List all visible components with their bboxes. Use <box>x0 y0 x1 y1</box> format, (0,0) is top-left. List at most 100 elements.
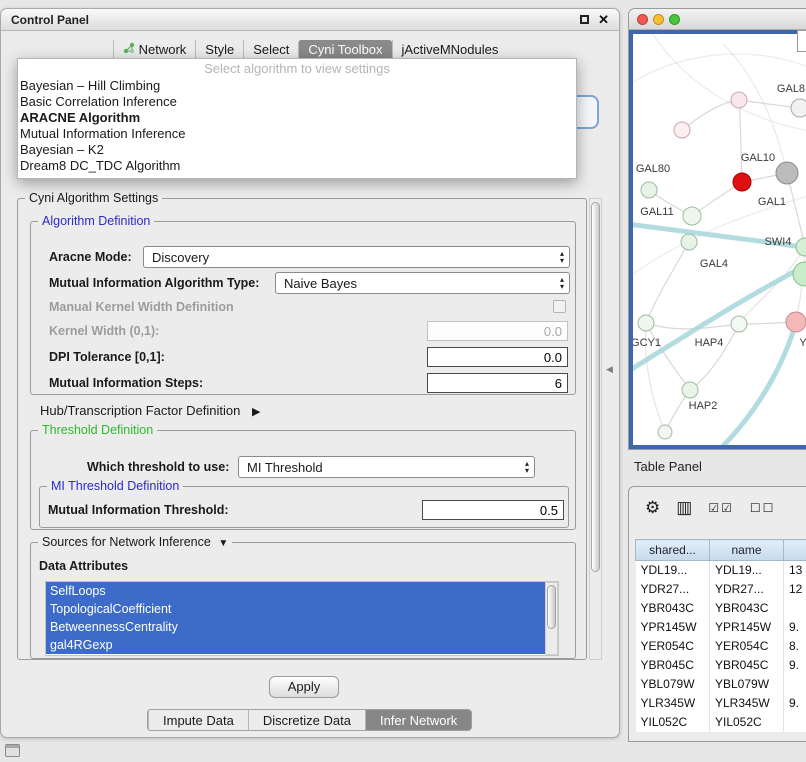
hub-definition-toggle[interactable]: Hub/Transcription Factor Definition ▶ <box>40 403 260 418</box>
table-column-header[interactable] <box>784 540 806 561</box>
control-panel-tab[interactable]: jActiveMNodules <box>392 40 508 60</box>
table-row[interactable]: YIL052C YIL052C <box>636 713 806 732</box>
expand-arrow-icon: ▶ <box>252 405 260 418</box>
panel-splitter-handle[interactable]: ◀ <box>606 364 613 375</box>
table-cell-name: YDL19... <box>710 561 784 580</box>
docked-panel-icon[interactable] <box>5 744 20 757</box>
tab-label: jActiveMNodules <box>402 42 499 57</box>
columns-icon[interactable]: ▥ <box>676 499 692 516</box>
table-row[interactable]: YPR145W YPR145W 9. <box>636 618 806 637</box>
network-node[interactable] <box>733 173 751 191</box>
collapse-arrow-icon[interactable]: ▼ <box>218 538 228 549</box>
aracne-mode-value: Discovery <box>152 250 209 265</box>
network-view-window: GAL80GAL10GAL1GAL11SWI4GAL4GCY1HAP4HAP2G… <box>628 8 806 450</box>
bottom-tab[interactable]: Discretize Data <box>248 710 365 730</box>
minimize-traffic-light-icon[interactable] <box>653 14 664 25</box>
table-cell-value: 9. <box>784 656 806 675</box>
attributes-scrollbar[interactable] <box>545 582 558 655</box>
apply-button[interactable]: Apply <box>269 676 339 698</box>
table-row[interactable]: YBR045C YBR045C 9. <box>636 656 806 675</box>
control-panel-tab[interactable]: Cyni Toolbox <box>298 40 391 60</box>
table-panel-label: Table Panel <box>634 459 702 474</box>
table-row[interactable]: YLR345W YLR345W 9. <box>636 694 806 713</box>
settings-scrollbar[interactable] <box>589 198 602 660</box>
manual-kernel-checkbox[interactable] <box>553 300 566 313</box>
algorithm-definition-title: Algorithm Definition <box>38 214 154 228</box>
network-node[interactable] <box>776 162 798 184</box>
network-node[interactable] <box>641 182 657 198</box>
algorithm-option[interactable]: Dream8 DC_TDC Algorithm <box>18 158 576 174</box>
table-row[interactable]: YBR043C YBR043C <box>636 599 806 618</box>
algorithm-option[interactable]: Bayesian – Hill Climbing <box>18 78 576 94</box>
network-node-label: HAP2 <box>689 400 718 412</box>
tab-label: Network <box>139 42 187 57</box>
deselect-all-icon[interactable]: ☐☐ <box>750 502 776 514</box>
network-node-label: SWI4 <box>765 236 792 248</box>
algorithm-option[interactable]: Mutual Information Inference <box>18 126 576 142</box>
control-panel-tab[interactable]: Select <box>243 40 298 60</box>
table-column-header[interactable]: name <box>710 540 784 561</box>
aracne-mode-select[interactable]: Discovery <box>143 246 570 268</box>
table-header-row: shared...name <box>636 540 806 561</box>
control-panel-tab[interactable]: Style <box>195 40 243 60</box>
control-panel-tab[interactable]: Network <box>113 40 196 60</box>
close-window-icon[interactable]: ✕ <box>598 13 609 26</box>
algorithm-option[interactable]: Basic Correlation Inference <box>18 94 576 110</box>
mi-type-select[interactable]: Naive Bayes <box>275 272 570 294</box>
threshold-definition-title: Threshold Definition <box>38 423 157 437</box>
network-node[interactable] <box>674 122 690 138</box>
table-row[interactable]: YER054C YER054C 8. <box>636 637 806 656</box>
network-scrollbar-sliver[interactable] <box>797 30 806 52</box>
network-node[interactable] <box>682 382 698 398</box>
table-cell-shared-name: YBL079W <box>636 675 710 694</box>
data-attribute-item[interactable]: SelfLoops <box>46 582 545 600</box>
network-node[interactable] <box>731 92 747 108</box>
select-all-icon[interactable]: ☑☑ <box>708 502 734 514</box>
network-edge <box>739 100 742 182</box>
which-threshold-select[interactable]: MI Threshold <box>238 456 535 478</box>
cyni-settings-title: Cyni Algorithm Settings <box>25 191 162 205</box>
kernel-width-input[interactable] <box>427 321 568 341</box>
bottom-tabbar: Impute Data Discretize Data Infer Networ… <box>147 709 472 731</box>
network-node-label: GCY1 <box>633 337 661 349</box>
spinner-arrows-icon <box>560 250 564 264</box>
dpi-tolerance-input[interactable] <box>427 347 568 367</box>
table-cell-value <box>784 713 806 732</box>
network-node[interactable] <box>796 238 806 256</box>
bottom-tab[interactable]: Infer Network <box>365 710 471 730</box>
table-row[interactable]: YDR27... YDR27... 12 <box>636 580 806 599</box>
algorithm-dropdown-popup: Select algorithm to view settings Bayesi… <box>17 58 577 179</box>
mi-threshold-input[interactable] <box>422 500 564 520</box>
mi-type-value: Naive Bayes <box>284 276 357 291</box>
network-node[interactable] <box>681 234 697 250</box>
mi-threshold-group-title: MI Threshold Definition <box>47 479 183 493</box>
data-attribute-item[interactable]: TopologicalCoefficient <box>46 600 545 618</box>
table-row[interactable]: YBL079W YBL079W <box>636 675 806 694</box>
network-node[interactable] <box>683 207 701 225</box>
table-row[interactable]: YDL19... YDL19... 13 <box>636 561 806 580</box>
algorithm-option[interactable]: Bayesian – K2 <box>18 142 576 158</box>
spinner-arrows-icon <box>525 460 529 474</box>
tab-label: Cyni Toolbox <box>308 42 382 57</box>
network-node[interactable] <box>793 262 806 286</box>
zoom-traffic-light-icon[interactable] <box>669 14 680 25</box>
table-cell-shared-name: YPR145W <box>636 618 710 637</box>
network-node[interactable] <box>658 425 672 439</box>
network-node[interactable] <box>731 316 747 332</box>
network-edge <box>721 322 796 445</box>
restore-window-icon[interactable] <box>580 15 589 24</box>
network-canvas[interactable]: GAL80GAL10GAL1GAL11SWI4GAL4GCY1HAP4HAP2G… <box>633 34 806 445</box>
network-node[interactable] <box>638 315 654 331</box>
table-column-header[interactable]: shared... <box>636 540 710 561</box>
threshold-definition-group: Threshold Definition Which threshold to … <box>30 430 576 530</box>
network-node[interactable] <box>786 312 806 332</box>
settings-gear-icon[interactable]: ⚙ <box>645 499 660 516</box>
algorithm-option[interactable]: ARACNE Algorithm <box>18 110 576 126</box>
data-attribute-item[interactable]: gal4RGexp <box>46 636 545 654</box>
which-threshold-label: Which threshold to use: <box>87 460 229 474</box>
bottom-tab[interactable]: Impute Data <box>148 710 248 730</box>
mi-steps-input[interactable] <box>427 373 568 393</box>
network-node[interactable] <box>791 99 806 117</box>
data-attribute-item[interactable]: BetweennessCentrality <box>46 618 545 636</box>
close-traffic-light-icon[interactable] <box>637 14 648 25</box>
